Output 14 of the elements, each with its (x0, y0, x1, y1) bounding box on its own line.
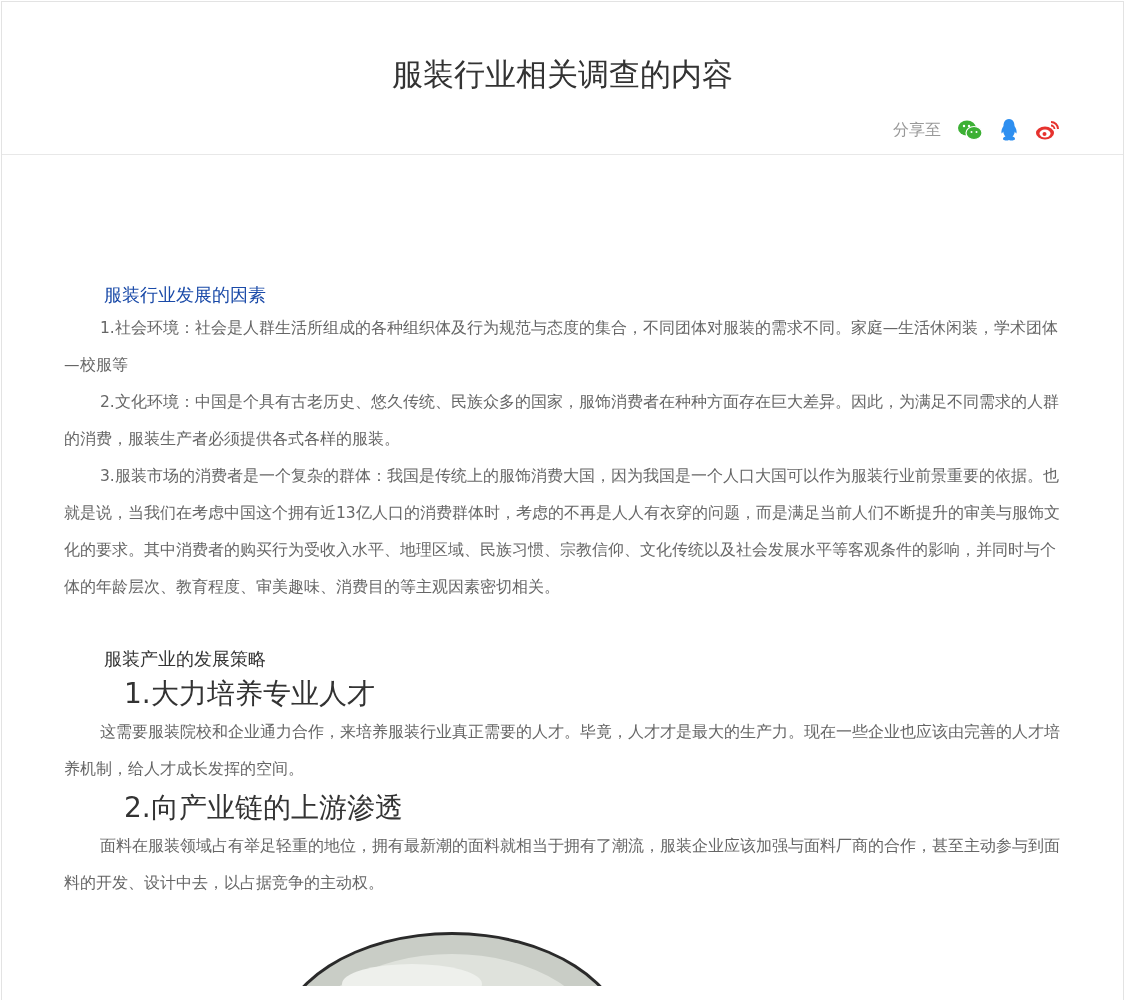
paragraph: 3.服装市场的消费者是一个复杂的群体：我国是传统上的服饰消费大国，因为我国是一个人口大国可以作为服装行业前景重要的依据。也就是说，当我们在考虑中国这个拥有近13亿人口的消费群体时，考虑的不再是人人有衣穿的问题，而是满足当前人们不断提升的审美与服饰文化的要求。其中消费者的购买行为受收入水平、地理区域、民族习惯、宗教信仰、文化传统以及社会发展水平等客观条件的影响，并同时与个体的年龄层次、教育程度、审美趣味、消费目的等主观因素密切相关。 (64, 466, 1061, 598)
subheading: 1.大力培养专业人才 (123, 676, 376, 712)
paragraph: 这需要服装院校和企业通力合作，来培养服装行业真正需要的人才。毕竟，人才才是最大的生产力。现在一些企业也应该由完善的人才培养机制，给人才成长发挥的空间。 (64, 722, 1061, 780)
penguin-icon[interactable] (999, 118, 1019, 142)
subheading: 2.向产业链的上游渗透 (123, 790, 404, 826)
section-heading: 服装产业的发展策略 (103, 647, 267, 671)
article-title: 服装行业相关调查的内容 (391, 55, 734, 94)
wechat-icon[interactable] (957, 119, 983, 141)
paragraph: 2.文化环境：中国是个具有古老历史、悠久传统、民族众多的国家，服饰消费者在种种方面存在巨大差异。因此，为满足不同需求的人群的消费，服装生产者必须提供各式各样的服装。 (64, 392, 1060, 450)
paragraph: 面料在服装领域占有举足轻重的地位，拥有最新潮的面料就相当于拥有了潮流，服装企业应该加强与面料厂商的合作，甚至主动参与到面料的开发、设计中去，以占据竞争的主动权。 (64, 836, 1061, 894)
section-heading: 服装行业发展的因素 (103, 283, 267, 307)
share-label: 分享至 (893, 119, 941, 141)
weibo-icon[interactable] (1035, 119, 1061, 141)
paragraph: 1.社会环境：社会是人群生活所组成的各种组织体及行为规范与态度的集合，不同团体对服装的需求不同。家庭—生活休闲装，学术团体—校服等 (64, 318, 1060, 376)
